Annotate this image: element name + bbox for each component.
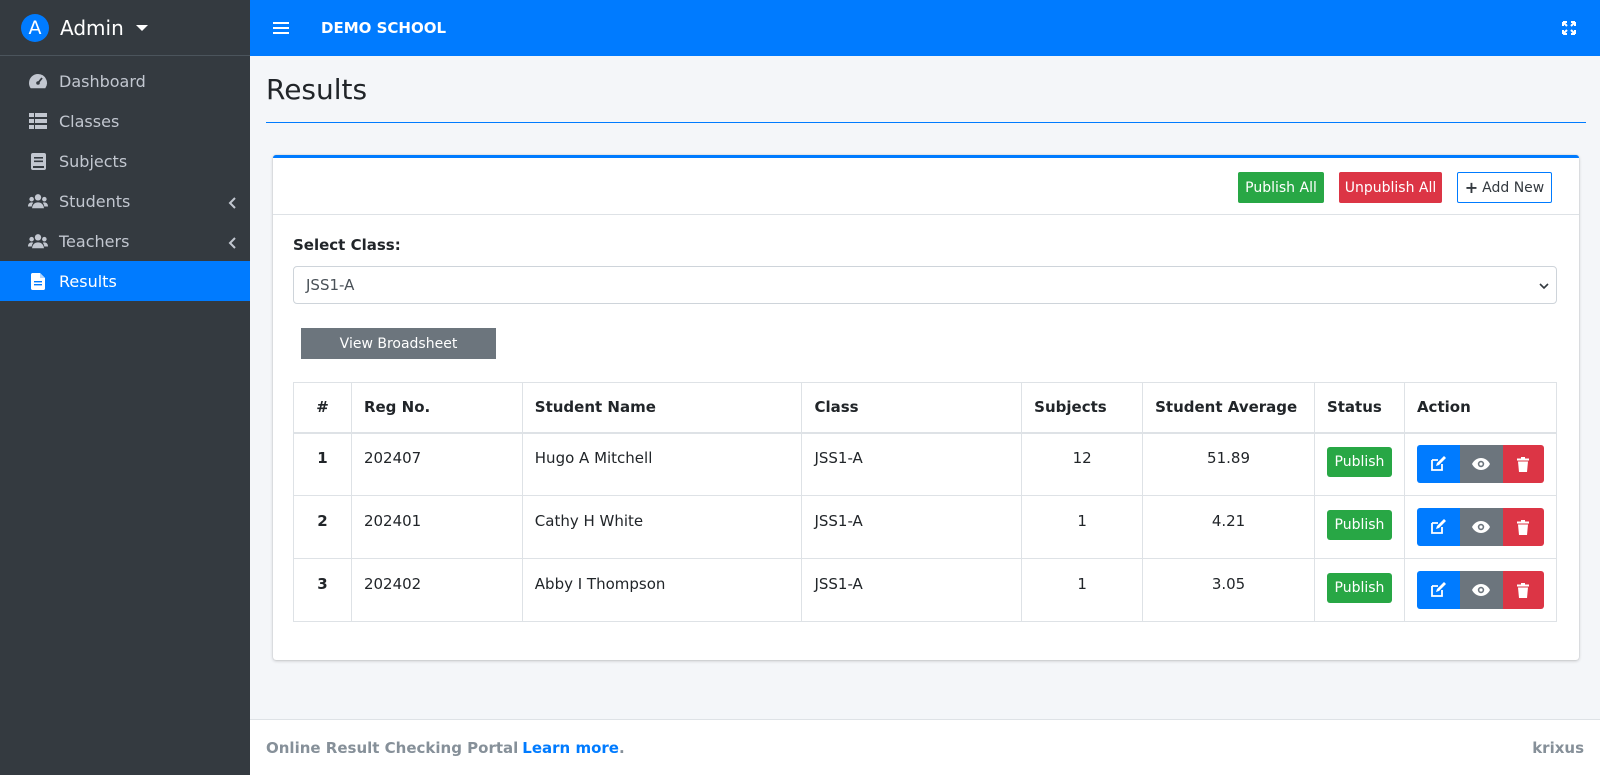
- column-header[interactable]: Reg No.: [350, 382, 523, 434]
- publish-all-button[interactable]: Publish All: [1238, 172, 1324, 203]
- caret-down-icon: [135, 24, 148, 31]
- publish-button[interactable]: Publish: [1326, 572, 1392, 603]
- sidebar-item-subjects[interactable]: Subjects: [0, 141, 250, 181]
- sidebar-item-label: Subjects: [59, 151, 128, 171]
- users-icon: [28, 193, 48, 209]
- sidebar-item-label: Results: [59, 271, 117, 291]
- users-icon: [28, 233, 48, 249]
- footer-period: .: [618, 738, 625, 757]
- list-icon: [28, 113, 48, 129]
- reg-number: 202402: [363, 575, 422, 593]
- trash-icon[interactable]: [1502, 445, 1544, 484]
- results-table: # Reg No. Student Name Class Subjects St…: [293, 382, 1558, 622]
- results-card: Publish All Unpublish All + Add New Sele…: [273, 155, 1579, 660]
- user-name: Admin: [60, 15, 124, 40]
- sidebar-item-dashboard[interactable]: Dashboard: [0, 61, 250, 101]
- reg-number: 202407: [363, 449, 422, 468]
- menu-toggle-icon[interactable]: [273, 22, 289, 34]
- table-row: 2 202401 Cathy H White JSS1-A 1 4.21 Pub…: [293, 495, 1558, 559]
- student-class: JSS1-A: [814, 512, 863, 530]
- row-actions: [1416, 508, 1544, 546]
- class-select[interactable]: JSS1-A: [293, 266, 1557, 304]
- trash-icon[interactable]: [1502, 571, 1544, 609]
- table-header-row: # Reg No. Student Name Class Subjects St…: [293, 382, 1558, 434]
- student-average: 51.89: [1207, 449, 1250, 468]
- table-row: 1 202407 Hugo A Mitchell JSS1-A 12 51.89…: [293, 432, 1558, 496]
- student-average: 4.21: [1211, 512, 1246, 530]
- add-new-button[interactable]: + Add New: [1457, 172, 1552, 203]
- edit-icon[interactable]: [1416, 508, 1460, 546]
- book-icon: [28, 152, 48, 170]
- file-icon: [28, 272, 48, 290]
- fullscreen-icon[interactable]: [1562, 20, 1576, 39]
- sidebar-item-label: Teachers: [59, 231, 130, 251]
- dashboard-icon: [28, 73, 48, 89]
- column-header[interactable]: Subjects: [1021, 382, 1144, 434]
- sidebar-item-teachers[interactable]: Teachers: [0, 221, 250, 261]
- sidebar-item-results[interactable]: Results: [0, 261, 250, 301]
- unpublish-all-button[interactable]: Unpublish All: [1339, 172, 1442, 203]
- chevron-left-icon: [228, 234, 236, 253]
- publish-button[interactable]: Publish: [1326, 446, 1392, 477]
- column-header[interactable]: #: [293, 382, 352, 434]
- edit-icon[interactable]: [1416, 571, 1460, 609]
- add-new-label: Add New: [1482, 179, 1545, 196]
- column-header[interactable]: Action: [1403, 382, 1558, 434]
- divider: [266, 122, 1586, 123]
- plus-icon: +: [1464, 178, 1479, 197]
- reg-number: 202401: [363, 512, 422, 530]
- student-average: 3.05: [1211, 575, 1246, 593]
- row-number: 1: [317, 449, 328, 468]
- sidebar-item-classes[interactable]: Classes: [0, 101, 250, 141]
- sidebar: A Admin Dashboard Classes Subjects Stude…: [0, 0, 250, 775]
- view-broadsheet-button[interactable]: View Broadsheet: [301, 328, 496, 359]
- learn-more-link[interactable]: Learn more: [522, 739, 619, 757]
- student-name: Hugo A Mitchell: [534, 449, 653, 468]
- row-actions: [1416, 445, 1544, 484]
- eye-icon[interactable]: [1459, 508, 1503, 546]
- sidebar-item-label: Classes: [59, 111, 120, 131]
- class-select-value: JSS1-A: [306, 276, 355, 294]
- publish-button[interactable]: Publish: [1326, 509, 1392, 540]
- sidebar-item-students[interactable]: Students: [0, 181, 250, 221]
- select-class-label: Select Class:: [293, 236, 401, 254]
- row-actions: [1416, 571, 1544, 609]
- subject-count: 12: [1072, 449, 1092, 468]
- student-class: JSS1-A: [814, 449, 863, 468]
- avatar: A: [21, 13, 49, 42]
- column-header[interactable]: Class: [801, 382, 1023, 434]
- footer-credit: krixus: [1532, 739, 1584, 757]
- eye-icon[interactable]: [1459, 445, 1503, 484]
- subject-count: 1: [1077, 512, 1087, 530]
- user-menu[interactable]: A Admin: [0, 0, 250, 56]
- student-name: Cathy H White: [534, 512, 644, 530]
- table-row: 3 202402 Abby I Thompson JSS1-A 1 3.05 P…: [293, 558, 1558, 622]
- sidebar-item-label: Students: [59, 191, 131, 211]
- footer-text: Online Result Checking Portal: [266, 738, 519, 757]
- column-header[interactable]: Student Name: [521, 382, 803, 434]
- card-header: Publish All Unpublish All + Add New: [273, 158, 1579, 215]
- sidebar-item-label: Dashboard: [59, 71, 146, 91]
- main-content: Results Publish All Unpublish All + Add …: [250, 56, 1600, 719]
- row-number: 2: [317, 512, 328, 530]
- sidebar-nav: Dashboard Classes Subjects Students Teac…: [0, 61, 250, 301]
- row-number: 3: [317, 575, 328, 593]
- subject-count: 1: [1077, 575, 1087, 593]
- column-header[interactable]: Status: [1313, 382, 1405, 434]
- chevron-left-icon: [228, 194, 236, 213]
- school-name: DEMO SCHOOL: [321, 19, 447, 37]
- top-navbar: DEMO SCHOOL: [250, 0, 1600, 56]
- edit-icon[interactable]: [1416, 445, 1460, 484]
- column-header[interactable]: Student Average: [1142, 382, 1315, 434]
- footer: Online Result Checking Portal Learn more…: [250, 719, 1600, 775]
- chevron-down-icon: [1538, 278, 1550, 296]
- page-title: Results: [266, 73, 368, 106]
- trash-icon[interactable]: [1502, 508, 1544, 546]
- eye-icon[interactable]: [1459, 571, 1503, 609]
- student-name: Abby I Thompson: [534, 575, 666, 593]
- student-class: JSS1-A: [814, 575, 863, 593]
